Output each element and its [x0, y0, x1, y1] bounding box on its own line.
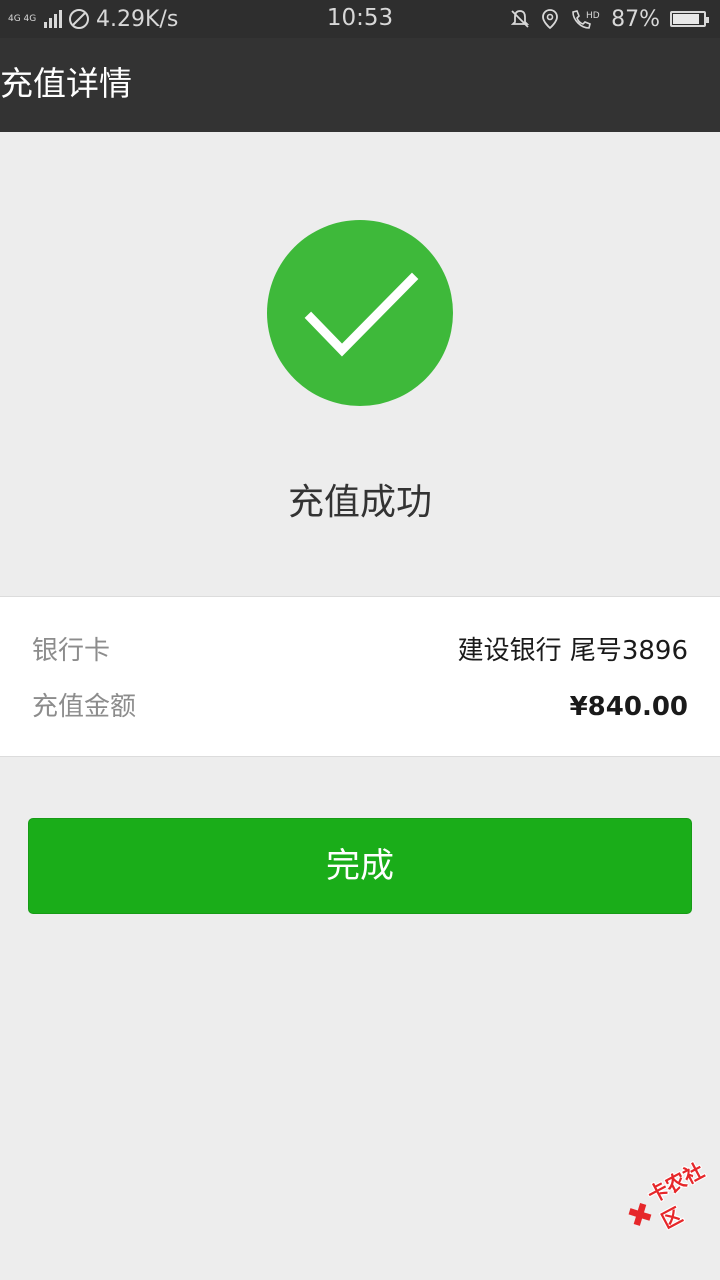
watermark-logo: ✖ 卡农社区	[618, 1153, 720, 1244]
result-title: 充值成功	[287, 482, 432, 523]
status-bar: 4G 4G 4.29K/s 10:53 HD 87%	[0, 0, 720, 38]
detail-label: 银行卡	[32, 636, 111, 666]
page-title: 充值详情	[0, 64, 132, 103]
detail-value-amount: ¥840.00	[569, 692, 688, 722]
checkmark-icon	[304, 272, 419, 357]
detail-label: 充值金额	[32, 692, 137, 722]
hd-call-icon: HD	[572, 10, 600, 29]
svg-text:HD: HD	[586, 11, 600, 21]
battery-icon	[670, 11, 709, 27]
detail-row-bank-card: 银行卡 建设银行 尾号3896	[32, 629, 688, 673]
mute-icon	[510, 10, 530, 28]
detail-row-amount: 充值金额 ¥840.00	[32, 685, 688, 729]
battery-percent: 87%	[611, 6, 660, 32]
status-right: HD 87%	[509, 5, 709, 33]
location-icon	[542, 9, 558, 30]
detail-value: 建设银行 尾号3896	[457, 636, 688, 666]
done-button[interactable]: 完成	[28, 818, 692, 914]
check-circle-icon	[267, 220, 453, 406]
title-bar: 充值详情	[0, 38, 720, 132]
details-card: 银行卡 建设银行 尾号3896 充值金额 ¥840.00	[0, 596, 720, 757]
battery-level	[673, 14, 699, 24]
